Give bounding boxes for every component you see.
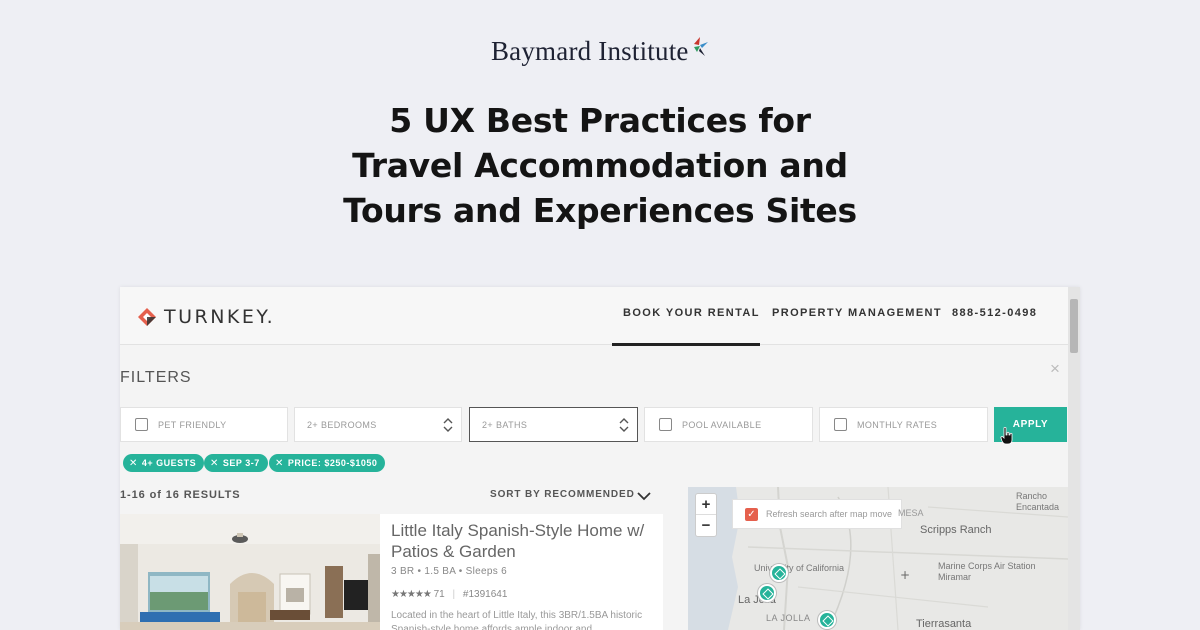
rating-divider: | (452, 589, 456, 600)
listing-title[interactable]: Little Italy Spanish-Style Home w/ Patio… (391, 520, 661, 562)
chip-dates-label: SEP 3-7 (222, 458, 260, 468)
bedrooms-select-label: 2+ BEDROOMS (307, 419, 377, 430)
pool-available-label: POOL AVAILABLE (682, 419, 762, 430)
listing-card[interactable]: Little Italy Spanish-Style Home w/ Patio… (380, 514, 663, 630)
chip-price[interactable]: ✕ PRICE: $250-$1050 (269, 454, 386, 472)
headline-line-1: 5 UX Best Practices for (389, 101, 811, 140)
results-map[interactable]: + + − ✓ Refresh search after map move Ra… (688, 487, 1068, 630)
listing-photo-image (120, 514, 380, 630)
baymard-mark-icon (694, 37, 709, 56)
nav-phone[interactable]: 888-512-0498 (952, 307, 1037, 319)
listing-rating: ★★★★★ 71 | #1391641 (391, 589, 507, 600)
close-icon[interactable]: × (1050, 359, 1060, 379)
nav-active-indicator (612, 343, 760, 346)
map-label-marine: Marine Corps Air Station Miramar (938, 561, 1036, 582)
monthly-rates-checkbox-box[interactable] (834, 418, 847, 431)
filters-title: FILTERS (120, 369, 192, 386)
listing-description: Located in the heart of Little Italy, th… (391, 610, 643, 630)
turnkey-wordmark: TURNKEY. (164, 306, 276, 328)
rating-count: 71 (433, 589, 445, 600)
results-count: 1-16 of 16 RESULTS (120, 489, 241, 501)
listing-meta: 3 BR • 1.5 BA • Sleeps 6 (391, 566, 507, 577)
chip-guests-label: 4+ GUESTS (141, 458, 197, 468)
baths-select-label: 2+ BATHS (482, 419, 528, 430)
rating-stars-icon: ★★★★★ (391, 589, 432, 600)
brand-name: Baymard Institute (490, 36, 689, 66)
checkmark-icon[interactable]: ✓ (745, 507, 758, 521)
chip-price-label: PRICE: $250-$1050 (287, 458, 378, 468)
map-pin-icon[interactable] (818, 611, 836, 629)
turnkey-diamond-icon (138, 308, 156, 326)
baths-select[interactable]: 2+ BATHS (469, 407, 638, 442)
map-pin-icon[interactable] (758, 584, 776, 602)
refresh-search-label: Refresh search after map move (766, 509, 893, 519)
headline: 5 UX Best Practices for Travel Accommoda… (0, 98, 1200, 233)
monthly-rates-label: MONTHLY RATES (857, 419, 938, 430)
map-label-uc: University of California (754, 563, 845, 573)
map-pin-icon[interactable] (770, 564, 788, 582)
chevron-down-icon[interactable] (637, 491, 651, 501)
chip-remove-icon[interactable]: ✕ (275, 458, 284, 469)
pet-friendly-checkbox-box[interactable] (135, 418, 148, 431)
map-label-rancho: Rancho Encantada (1016, 491, 1060, 512)
refresh-search-checkbox[interactable]: ✓ Refresh search after map move (732, 499, 902, 529)
chip-remove-icon[interactable]: ✕ (210, 458, 219, 469)
select-arrows-icon (443, 418, 453, 432)
headline-line-2: Travel Accommodation and (352, 146, 848, 185)
site-header: TURNKEY. BOOK YOUR RENTAL PROPERTY MANAG… (120, 287, 1068, 346)
map-label-mesa: MESA (898, 508, 924, 518)
map-zoom-control[interactable]: + − (695, 493, 717, 537)
hand-cursor-icon (1000, 427, 1013, 445)
map-label-tierrasanta: Tierrasanta (916, 618, 972, 630)
pet-friendly-label: PET FRIENDLY (158, 419, 227, 430)
pool-available-checkbox-box[interactable] (659, 418, 672, 431)
sort-dropdown[interactable]: SORT BY RECOMMENDED (490, 489, 635, 500)
brand-logo: Baymard Institute (0, 36, 1200, 67)
chip-remove-icon[interactable]: ✕ (129, 458, 138, 469)
map-label-la-jolla-district: LA JOLLA (766, 613, 811, 623)
svg-text:+: + (900, 568, 910, 582)
zoom-out-button[interactable]: − (696, 515, 716, 536)
scrollbar-thumb[interactable] (1070, 299, 1078, 353)
nav-book-your-rental[interactable]: BOOK YOUR RENTAL (623, 307, 760, 319)
turnkey-logo[interactable]: TURNKEY. (137, 306, 275, 328)
monthly-rates-checkbox[interactable]: MONTHLY RATES (819, 407, 988, 442)
map-label-scripps: Scripps Ranch (920, 524, 992, 536)
bedrooms-select[interactable]: 2+ BEDROOMS (294, 407, 462, 442)
site-screenshot: TURNKEY. BOOK YOUR RENTAL PROPERTY MANAG… (120, 287, 1080, 630)
zoom-in-button[interactable]: + (696, 494, 716, 515)
pet-friendly-checkbox[interactable]: PET FRIENDLY (120, 407, 288, 442)
scrollbar[interactable] (1068, 287, 1080, 630)
chip-guests[interactable]: ✕ 4+ GUESTS (123, 454, 205, 472)
headline-line-3: Tours and Experiences Sites (343, 191, 857, 230)
chip-dates[interactable]: ✕ SEP 3-7 (204, 454, 268, 472)
nav-property-management[interactable]: PROPERTY MANAGEMENT (772, 307, 942, 319)
pool-available-checkbox[interactable]: POOL AVAILABLE (644, 407, 813, 442)
listing-photo[interactable] (120, 514, 380, 630)
listing-id: #1391641 (462, 589, 508, 600)
select-arrows-icon (619, 418, 629, 432)
